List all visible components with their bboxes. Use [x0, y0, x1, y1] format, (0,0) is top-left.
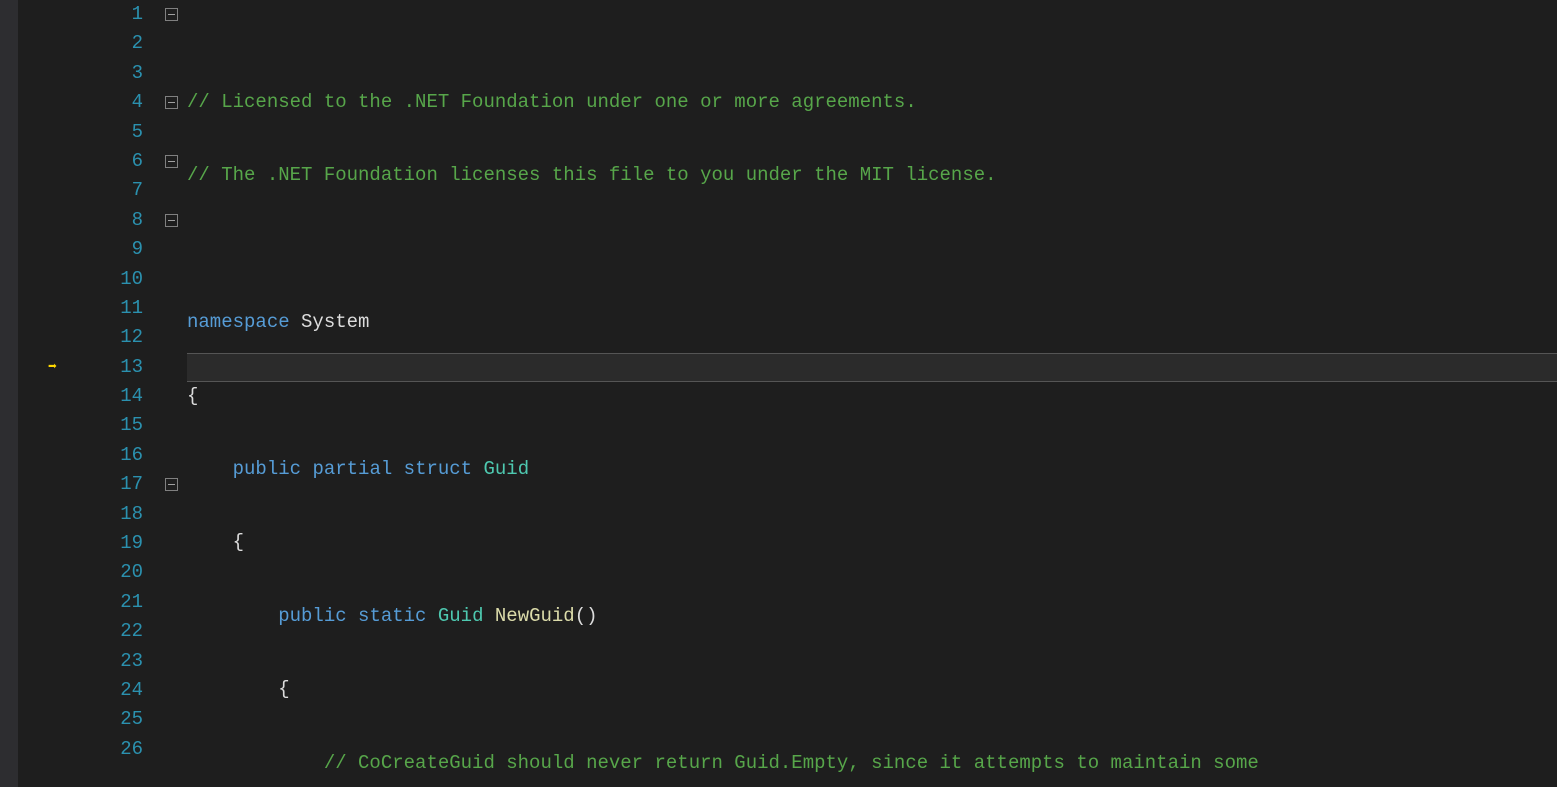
fold-toggle-icon[interactable]	[165, 478, 178, 491]
punct: ()	[575, 605, 598, 627]
line-number: 13	[73, 353, 143, 382]
code-line[interactable]: {	[187, 675, 1557, 704]
line-number: 1	[73, 0, 143, 29]
method-name: NewGuid	[495, 605, 575, 627]
line-number-gutter: 1 2 3 4 5 6 7 8 9 10 11 12 13 14 15 16 1…	[73, 0, 163, 787]
line-number: 19	[73, 529, 143, 558]
line-number: 21	[73, 588, 143, 617]
current-line-highlight	[187, 353, 1557, 382]
line-number: 16	[73, 441, 143, 470]
keyword: static	[358, 605, 426, 627]
line-number: 10	[73, 265, 143, 294]
line-number: 22	[73, 617, 143, 646]
code-line[interactable]: // Licensed to the .NET Foundation under…	[187, 88, 1557, 117]
line-number: 20	[73, 558, 143, 587]
keyword: namespace	[187, 311, 290, 333]
line-number: 8	[73, 206, 143, 235]
code-line[interactable]: public partial struct Guid	[187, 455, 1557, 484]
code-line[interactable]: // The .NET Foundation licenses this fil…	[187, 161, 1557, 190]
fold-toggle-icon[interactable]	[165, 155, 178, 168]
fold-toggle-icon[interactable]	[165, 96, 178, 109]
left-strip	[0, 0, 18, 787]
brace: {	[278, 678, 289, 700]
brace: {	[233, 531, 244, 553]
line-number: 15	[73, 411, 143, 440]
line-number: 3	[73, 59, 143, 88]
fold-toggle-icon[interactable]	[165, 214, 178, 227]
brace: {	[187, 385, 198, 407]
code-editor[interactable]: ➡ 1 2 3 4 5 6 7 8 9 10 11 12 13 14 15 16…	[0, 0, 1557, 787]
code-line[interactable]: // CoCreateGuid should never return Guid…	[187, 749, 1557, 778]
glyph-margin: ➡	[18, 0, 73, 787]
code-line[interactable]	[187, 235, 1557, 264]
line-number: 5	[73, 118, 143, 147]
line-number: 14	[73, 382, 143, 411]
line-number: 6	[73, 147, 143, 176]
code-line[interactable]: namespace System	[187, 308, 1557, 337]
line-number: 2	[73, 29, 143, 58]
code-line[interactable]: public static Guid NewGuid()	[187, 602, 1557, 631]
line-number: 23	[73, 647, 143, 676]
line-number: 12	[73, 323, 143, 352]
code-area[interactable]: // Licensed to the .NET Foundation under…	[187, 0, 1557, 787]
line-number: 17	[73, 470, 143, 499]
line-number: 7	[73, 176, 143, 205]
execution-pointer-icon: ➡	[48, 353, 57, 382]
keyword: partial	[312, 458, 392, 480]
line-number: 25	[73, 705, 143, 734]
line-number: 4	[73, 88, 143, 117]
keyword: public	[233, 458, 301, 480]
keyword: public	[278, 605, 346, 627]
fold-toggle-icon[interactable]	[165, 8, 178, 21]
keyword: struct	[404, 458, 472, 480]
line-number: 24	[73, 676, 143, 705]
line-number: 9	[73, 235, 143, 264]
code-line[interactable]: {	[187, 382, 1557, 411]
comment-text: // Licensed to the .NET Foundation under…	[187, 91, 917, 113]
code-line[interactable]: {	[187, 528, 1557, 557]
line-number: 11	[73, 294, 143, 323]
fold-column	[163, 0, 187, 787]
type-name: Guid	[484, 458, 530, 480]
line-number: 18	[73, 500, 143, 529]
comment-text: // The .NET Foundation licenses this fil…	[187, 164, 997, 186]
comment-text: // CoCreateGuid should never return Guid…	[324, 752, 1259, 774]
line-number: 26	[73, 735, 143, 764]
type-name: Guid	[438, 605, 484, 627]
identifier: System	[301, 311, 369, 333]
